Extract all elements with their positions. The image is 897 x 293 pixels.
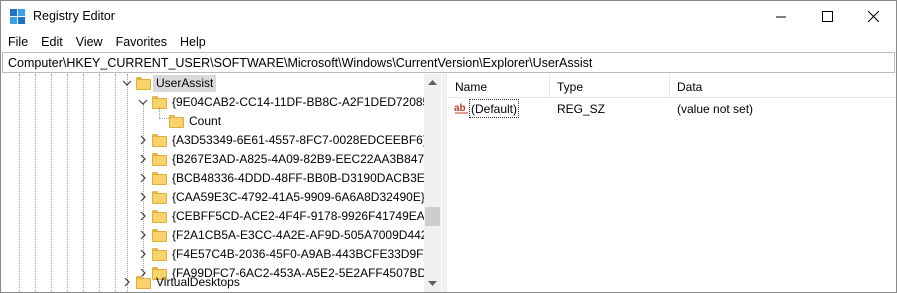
tree-node-9e04cab2[interactable]: {9E04CAB2-CC14-11DF-BB8C-A2F1DED72085} xyxy=(2,93,433,112)
chevron-right-icon[interactable] xyxy=(138,211,148,221)
tree-node-b267e3ad[interactable]: {B267E3AD-A825-4A09-82B9-EEC22AA3B847} xyxy=(2,150,428,169)
folder-icon xyxy=(152,134,167,147)
minimize-icon xyxy=(775,16,786,18)
folder-icon xyxy=(152,172,167,185)
tree-node-label: {A3D53349-6E61-4557-8FC7-0028EDCEEBF6} xyxy=(172,133,427,147)
tree-node-label: Count xyxy=(189,114,222,128)
tree-node-label: {B267E3AD-A825-4A09-82B9-EEC22AA3B847} xyxy=(172,152,429,166)
tree-node-f4e57c4b[interactable]: {F4E57C4B-2036-45F0-A9AB-443BCFE33D9F} xyxy=(2,245,427,264)
value-row-default[interactable]: ab (Default) REG_SZ (value not set) xyxy=(447,99,896,119)
tree-node-userassist[interactable]: UserAssist xyxy=(2,74,424,93)
window-title: Registry Editor xyxy=(33,9,115,23)
close-icon xyxy=(867,11,879,22)
tree-node-caa59e3c[interactable]: {CAA59E3C-4792-41A5-9909-6A6A8D32490E} xyxy=(2,188,425,207)
chevron-down-icon[interactable] xyxy=(122,78,132,88)
key-tree: UserAssist {9E04CAB2-CC14-11DF-BB8C-A2F1… xyxy=(2,74,442,292)
tree-node-label: {BCB48336-4DDD-48FF-BB0B-D3190DACB3E2} xyxy=(172,171,436,185)
title-bar[interactable]: Registry Editor xyxy=(1,1,896,32)
menu-edit[interactable]: Edit xyxy=(34,32,69,52)
minimize-button[interactable] xyxy=(758,1,804,32)
folder-icon xyxy=(152,229,167,242)
chevron-right-icon[interactable] xyxy=(138,192,148,202)
maximize-icon xyxy=(821,11,833,22)
chevron-right-icon[interactable] xyxy=(138,154,148,164)
scroll-down-arrow-icon[interactable] xyxy=(424,275,441,292)
tree-node-label: VirtualDesktops xyxy=(156,275,240,289)
tree-node-a3d53349[interactable]: {A3D53349-6E61-4557-8FC7-0028EDCEEBF6} xyxy=(2,131,427,150)
address-bar[interactable]: Computer\HKEY_CURRENT_USER\SOFTWARE\Micr… xyxy=(2,52,895,73)
folder-icon xyxy=(136,77,151,90)
chevron-right-icon[interactable] xyxy=(138,173,148,183)
folder-icon xyxy=(152,153,167,166)
tree-node-cebff5cd[interactable]: {CEBFF5CD-ACE2-4F4F-9178-9926F41749EA} xyxy=(2,207,429,226)
value-name[interactable]: (Default) xyxy=(469,99,520,118)
registry-editor-window: Registry Editor File Edit View Favorites… xyxy=(0,0,897,293)
menu-help[interactable]: Help xyxy=(173,32,212,52)
tree-node-virtualdesktops[interactable]: VirtualDesktops xyxy=(2,273,424,292)
chevron-right-icon[interactable] xyxy=(122,277,132,287)
chevron-right-icon[interactable] xyxy=(138,249,148,259)
menu-view[interactable]: View xyxy=(69,32,109,52)
scrollbar-thumb[interactable] xyxy=(425,207,440,226)
chevron-right-icon[interactable] xyxy=(138,135,148,145)
folder-icon xyxy=(152,191,167,204)
tree-node-label: {F2A1CB5A-E3CC-4A2E-AF9D-505A7009D442} xyxy=(172,228,432,242)
folder-icon xyxy=(152,210,167,223)
column-header-type[interactable]: Type xyxy=(549,74,669,98)
tree-node-count[interactable]: Count xyxy=(2,112,424,131)
string-value-icon: ab xyxy=(454,101,470,115)
chevron-right-icon[interactable] xyxy=(138,230,148,240)
tree-node-label: {CEBFF5CD-ACE2-4F4F-9178-9926F41749EA} xyxy=(172,209,429,223)
menu-bar: File Edit View Favorites Help xyxy=(1,32,896,52)
tree-node-f2a1cb5a[interactable]: {F2A1CB5A-E3CC-4A2E-AF9D-505A7009D442} xyxy=(2,226,431,245)
menu-favorites[interactable]: Favorites xyxy=(109,32,173,52)
values-list: Name Type Data ab (Default) REG_SZ (valu… xyxy=(447,74,896,292)
tree-node-bcb48336[interactable]: {BCB48336-4DDD-48FF-BB0B-D3190DACB3E2} xyxy=(2,169,435,188)
folder-icon xyxy=(136,276,151,289)
column-header-name[interactable]: Name xyxy=(447,74,549,98)
svg-text:ab: ab xyxy=(454,103,466,114)
list-header: Name Type Data xyxy=(447,74,896,98)
chevron-down-icon[interactable] xyxy=(138,97,148,107)
column-header-data[interactable]: Data xyxy=(669,74,896,98)
maximize-button[interactable] xyxy=(804,1,850,32)
tree-node-label: {F4E57C4B-2036-45F0-A9AB-443BCFE33D9F} xyxy=(172,247,428,261)
tree-node-label: UserAssist xyxy=(153,75,217,92)
folder-icon xyxy=(169,115,184,128)
value-data: (value not set) xyxy=(677,102,754,116)
tree-scrollbar[interactable] xyxy=(424,74,441,292)
registry-editor-icon xyxy=(10,9,26,25)
scroll-up-arrow-icon[interactable] xyxy=(424,74,441,91)
menu-file[interactable]: File xyxy=(1,32,34,52)
tree-node-label: {CAA59E3C-4792-41A5-9909-6A6A8D32490E} xyxy=(172,190,425,204)
value-type: REG_SZ xyxy=(557,102,606,116)
tree-node-label: {9E04CAB2-CC14-11DF-BB8C-A2F1DED72085} xyxy=(172,95,434,109)
close-button[interactable] xyxy=(850,1,896,32)
folder-icon xyxy=(152,248,167,261)
